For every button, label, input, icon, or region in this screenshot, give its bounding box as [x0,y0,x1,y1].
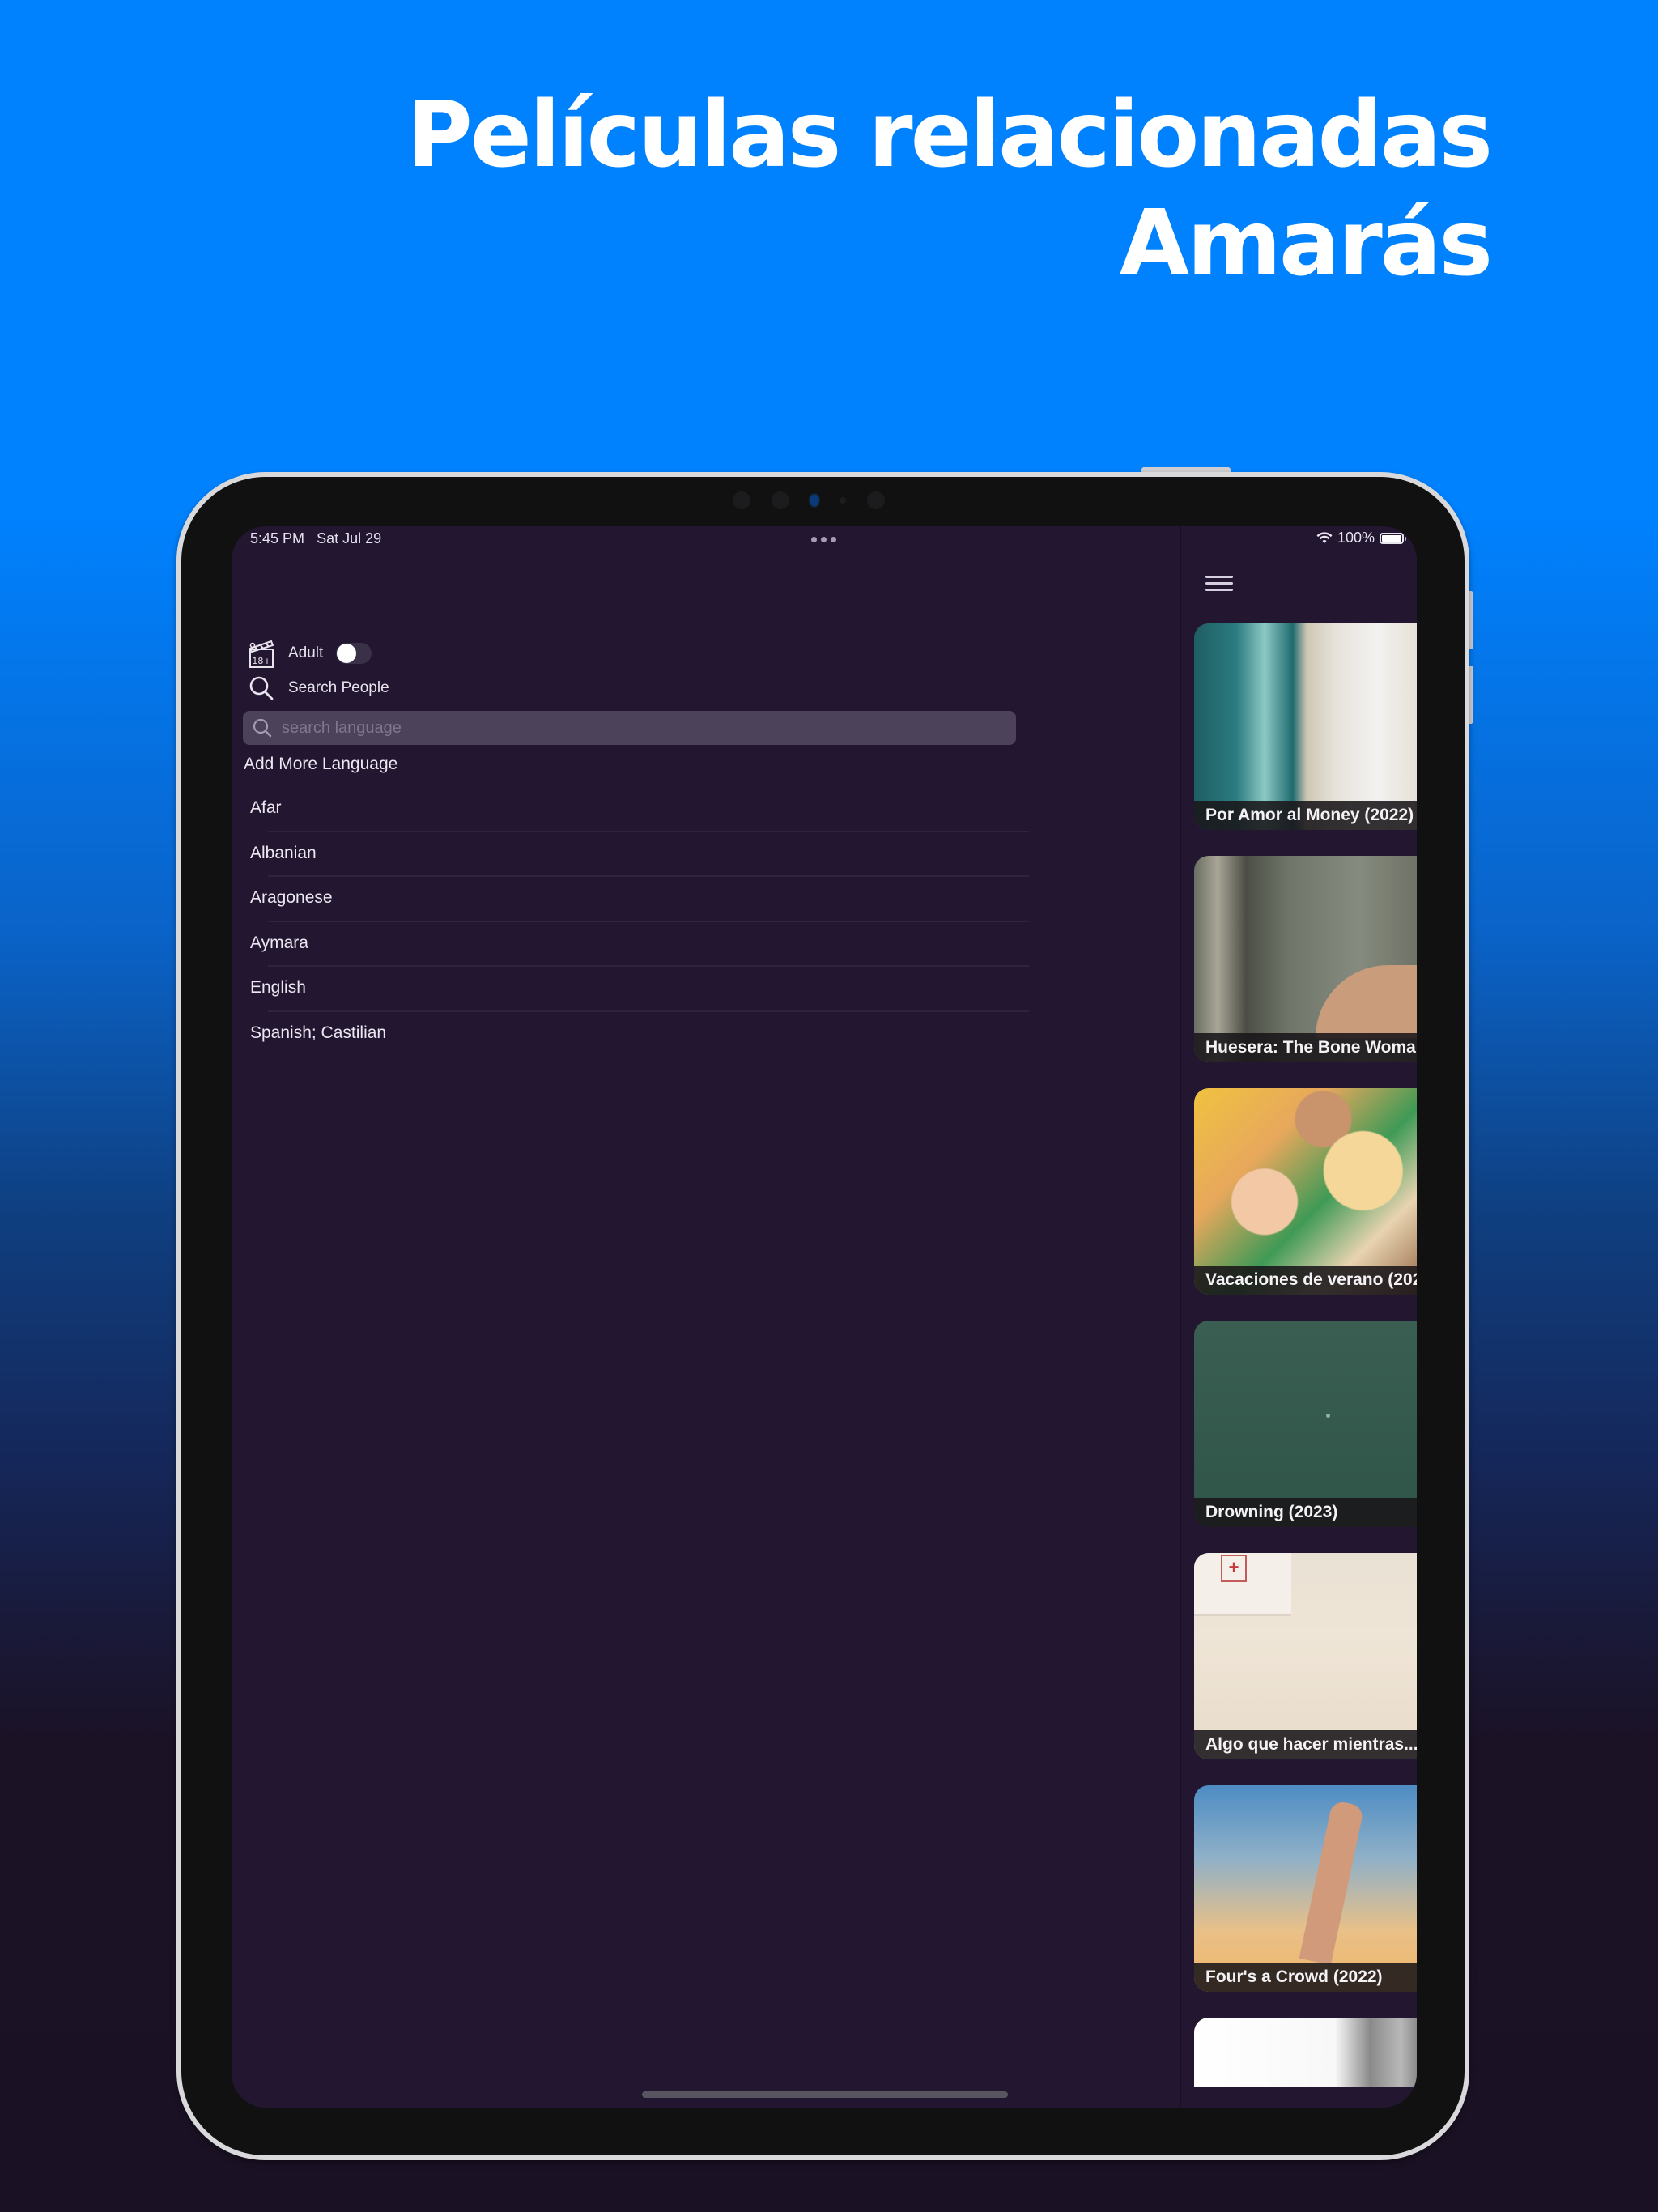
adult-18-clapperboard-icon: 18+ [249,640,274,668]
add-more-language-heading: Add More Language [244,755,398,773]
language-settings-panel: 18+ Adult Search People Add More Languag… [232,526,1180,2108]
movie-title: Drowning (2023) [1205,1503,1338,1521]
language-name: Aragonese [250,888,333,907]
movie-title-bar: Four's a Crowd (2022) [1194,1963,1417,1992]
camera-sensor-icon [840,497,846,504]
hamburger-menu-icon[interactable] [1205,572,1233,594]
search-icon [253,718,272,738]
search-people-button[interactable]: Search People [248,674,389,702]
movie-title-bar: Por Amor al Money (2022) [1194,801,1417,830]
language-list-item[interactable]: Aymara [232,922,1029,967]
language-name: Afar [250,798,282,817]
related-movies-sidebar: Por Amor al Money (2022) Huesera: The Bo… [1181,526,1417,2108]
movie-card[interactable]: Algo que hacer mientras... [1194,1553,1417,1759]
language-list-item[interactable]: English [232,967,1029,1012]
promo-headline: Películas relacionadas Amarás [406,81,1493,298]
language-name: English [250,978,306,997]
language-list-item[interactable]: Aragonese [232,877,1029,922]
svg-text:18+: 18+ [252,656,270,666]
camera-sensor-icon [772,491,789,509]
movie-card[interactable] [1194,2018,1417,2087]
search-icon [249,676,274,700]
movie-card[interactable]: Drowning (2023) [1194,1321,1417,1527]
language-list-item[interactable]: Afar [232,787,1029,832]
language-search-field[interactable] [243,711,1016,745]
movie-poster [1194,1785,1417,1992]
language-name: Spanish; Castilian [250,1023,387,1042]
language-name: Albanian [250,843,317,862]
movie-card[interactable]: Por Amor al Money (2022) [1194,623,1417,830]
camera-sensor-icon [867,491,885,509]
movie-title: Vacaciones de verano (2023) [1205,1270,1417,1289]
language-list: Afar Albanian Aragonese Aymara English S… [232,787,1029,1057]
toggle-knob [337,644,357,663]
language-list-item[interactable]: Spanish; Castilian [232,1012,1029,1057]
app-screen: 5:45 PM Sat Jul 29 100% 18+ Adult Search… [232,526,1417,2108]
movie-title: Por Amor al Money (2022) [1205,806,1414,824]
home-indicator[interactable] [642,2091,1008,2098]
headline-line-2: Amarás [1119,191,1493,296]
movie-title: Huesera: The Bone Woman (2022) [1205,1038,1417,1057]
camera-lens-icon [810,495,818,506]
movie-poster [1194,1088,1417,1295]
movie-poster [1194,1553,1417,1759]
language-search-input[interactable] [280,717,996,738]
front-camera-array [733,490,885,511]
movie-poster [1194,856,1417,1062]
movie-card[interactable]: Vacaciones de verano (2023) [1194,1088,1417,1295]
movie-card-list[interactable]: Por Amor al Money (2022) Huesera: The Bo… [1194,623,1417,2108]
movie-poster [1194,1321,1417,1527]
language-list-item[interactable]: Albanian [232,832,1029,877]
movie-card[interactable]: Huesera: The Bone Woman (2022) [1194,856,1417,1062]
movie-poster [1194,2018,1417,2087]
movie-title-bar: Huesera: The Bone Woman (2022) [1194,1033,1417,1062]
language-name: Aymara [250,933,308,952]
movie-title-bar: Algo que hacer mientras... [1194,1730,1417,1759]
movie-poster [1194,623,1417,830]
camera-sensor-icon [733,491,750,509]
adult-toggle[interactable] [336,643,372,664]
movie-title: Algo que hacer mientras... [1205,1735,1417,1754]
headline-line-1: Películas relacionadas [406,83,1493,188]
movie-card[interactable]: Four's a Crowd (2022) [1194,1785,1417,1992]
movie-title: Four's a Crowd (2022) [1205,1967,1383,1986]
adult-label: Adult [288,644,324,661]
movie-title-bar: Vacaciones de verano (2023) [1194,1266,1417,1295]
adult-filter-row: 18+ Adult [248,638,372,669]
search-people-label: Search People [288,679,389,696]
movie-title-bar: Drowning (2023) [1194,1498,1417,1527]
